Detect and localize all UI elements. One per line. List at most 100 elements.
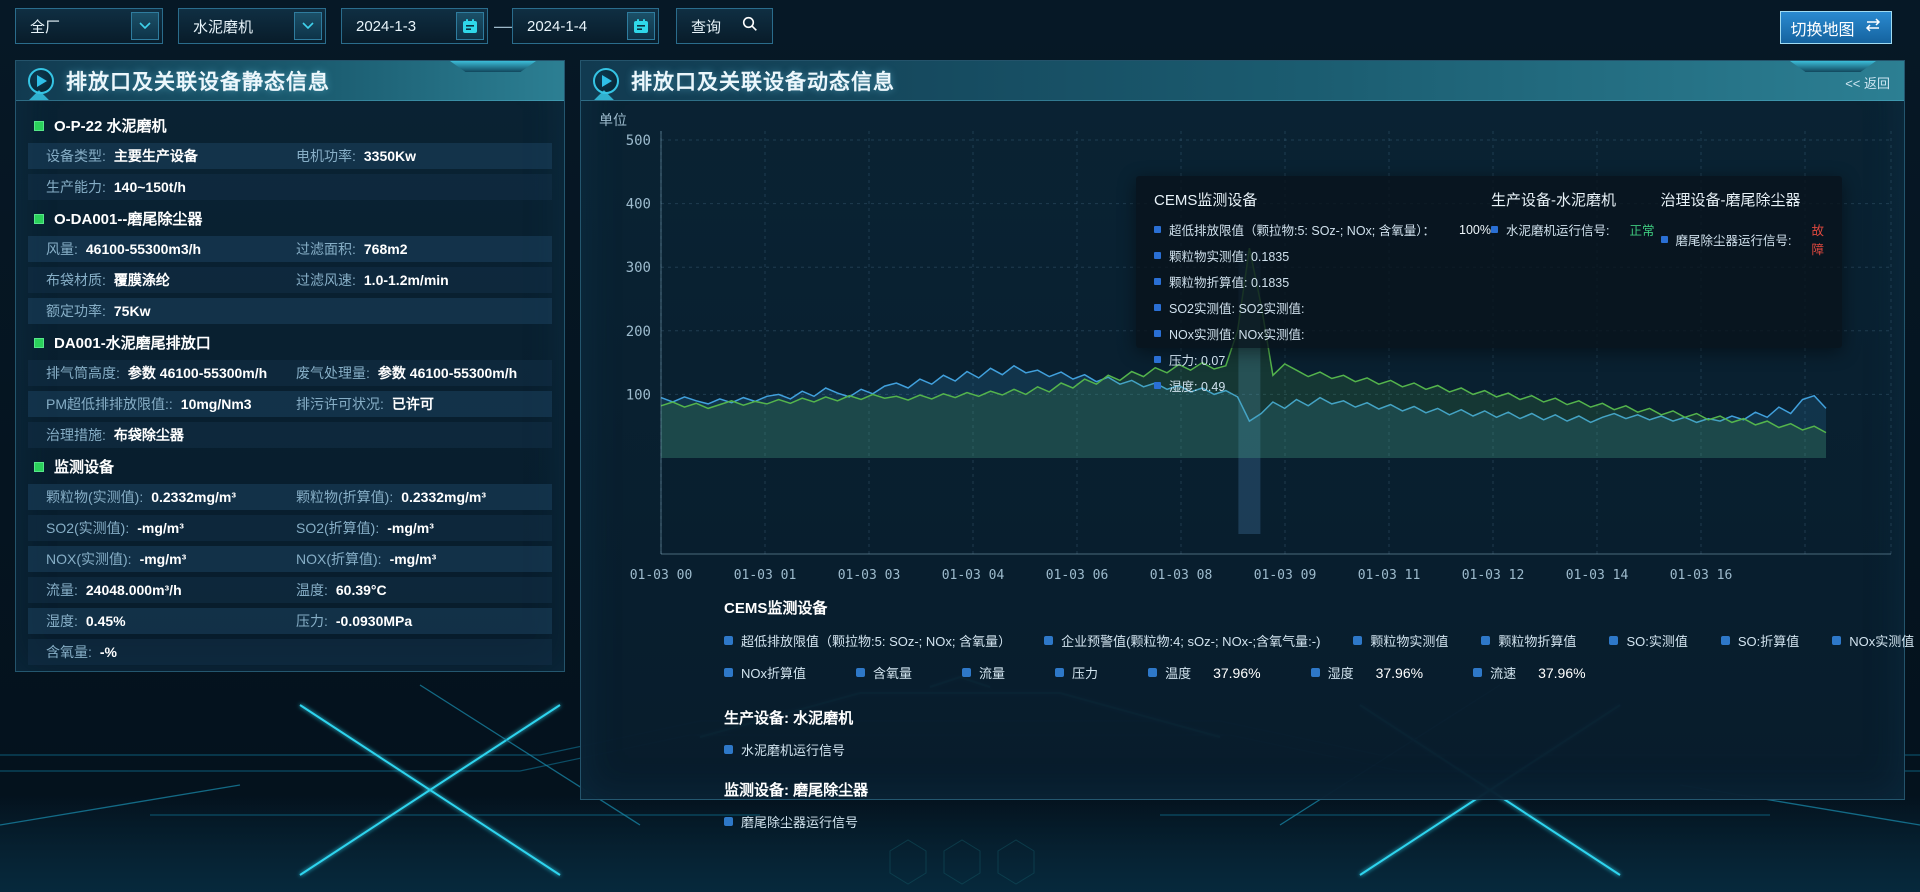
legend-item[interactable]: 流速37.96% xyxy=(1473,663,1586,682)
legend-item[interactable]: 超低排放限值（颗拉物:5: SOz-; NOx; 含氧量） xyxy=(724,631,1011,650)
info-cell: 颗粒物(实测值):0.2332mg/m³ xyxy=(46,487,296,507)
field-label: 压力: xyxy=(296,611,328,631)
legend-item[interactable]: 流量 xyxy=(962,663,1005,682)
device-select[interactable]: 水泥磨机 xyxy=(178,8,326,44)
date-start-input[interactable]: 2024-1-3 xyxy=(341,8,488,44)
legend-item[interactable]: 压力 xyxy=(1055,663,1098,682)
svg-text:01-03 00: 01-03 00 xyxy=(630,568,693,583)
section-title: O-P-22 水泥磨机 xyxy=(54,115,167,136)
legend-item-label: 流速 xyxy=(1490,663,1516,682)
legend-item[interactable]: 颗粒物折算值 xyxy=(1481,631,1576,650)
field-value: -mg/m³ xyxy=(140,551,187,567)
switch-map-button[interactable]: 切换地图 xyxy=(1780,11,1892,44)
field-label: 布袋材质: xyxy=(46,270,106,290)
field-label: 湿度: xyxy=(46,611,78,631)
legend-marker-icon xyxy=(1154,304,1161,311)
info-cell: 额定功率: 75Kw xyxy=(46,301,296,321)
info-cell: SO2(折算值):-mg/m³ xyxy=(296,518,434,538)
legend-item-label: 压力 xyxy=(1072,663,1098,682)
legend-item[interactable]: 湿度37.96% xyxy=(1311,663,1424,682)
header-notch-decoration xyxy=(1790,61,1876,72)
info-row: 生产能力:140~150t/h xyxy=(28,174,552,200)
info-row: NOX(实测值):-mg/m³NOX(折算值):-mg/m³ xyxy=(28,546,552,572)
chevron-down-icon[interactable] xyxy=(294,12,322,40)
tooltip-item: 颗粒物实测值: 0.1835 xyxy=(1154,246,1491,265)
tooltip-item-text: 颗粒物实测值: 0.1835 xyxy=(1169,246,1289,265)
svg-text:200: 200 xyxy=(626,324,651,340)
tooltip-item-text: 湿度: 0.49 xyxy=(1169,376,1225,395)
section-header: O-P-22 水泥磨机 xyxy=(28,112,552,139)
field-label: 治理措施: xyxy=(46,425,106,445)
blue-square-icon xyxy=(856,668,865,677)
field-label: 流量: xyxy=(46,580,78,600)
tooltip-cems-title: CEMS监测设备 xyxy=(1154,189,1491,210)
back-link[interactable]: << 返回 xyxy=(1845,73,1890,92)
legend-item[interactable]: SO:折算值 xyxy=(1721,631,1799,650)
legend-marker-icon xyxy=(1154,330,1161,337)
date-range-separator: — xyxy=(494,8,512,44)
field-value: 24048.000m³/h xyxy=(86,582,182,598)
legend-item-value: 37.96% xyxy=(1376,665,1423,681)
svg-text:01-03 03: 01-03 03 xyxy=(838,568,901,583)
info-cell: 废气处理量:参数 46100-55300m/h xyxy=(296,363,517,383)
legend-item-label: 温度 xyxy=(1165,663,1191,682)
legend-item[interactable]: 磨尾除尘器运行信号 xyxy=(724,812,858,831)
field-label: 设备类型: xyxy=(46,146,106,166)
device-select-value: 水泥磨机 xyxy=(193,16,253,37)
green-square-icon xyxy=(34,338,44,348)
info-cell: 过滤面积:768m2 xyxy=(296,239,407,259)
calendar-icon[interactable] xyxy=(456,12,484,40)
legend-item[interactable]: SO:实测值 xyxy=(1609,631,1687,650)
play-icon xyxy=(28,68,54,94)
tooltip-item-text: SO2实测值: SO2实测值: xyxy=(1169,298,1304,317)
tooltip-item: 磨尾除尘器运行信号: 故障 xyxy=(1661,220,1825,258)
green-square-icon xyxy=(34,121,44,131)
tooltip-signal-label: 水泥磨机运行信号: xyxy=(1506,220,1609,239)
svg-text:01-03 08: 01-03 08 xyxy=(1150,568,1213,583)
swap-arrows-icon xyxy=(1864,18,1882,37)
emissions-line-chart[interactable]: 单位10020030040050001-03 0001-03 0101-03 0… xyxy=(581,101,1906,641)
info-cell: PM超低排排放限值::10mg/Nm3 xyxy=(46,394,296,414)
legend-item[interactable]: NOx实测值 xyxy=(1832,631,1914,650)
info-cell: 电机功率:3350Kw xyxy=(296,146,416,166)
calendar-icon[interactable] xyxy=(627,12,655,40)
legend-item[interactable]: 含氧量 xyxy=(856,663,912,682)
field-value: 主要生产设备 xyxy=(114,146,198,166)
info-row: 风量:46100-55300m3/h过滤面积:768m2 xyxy=(28,236,552,262)
tooltip-item: 超低排放限值（颗拉物:5: SOz-; NOx; 含氧量）：100% xyxy=(1154,220,1491,239)
info-cell: 颗粒物(折算值):0.2332mg/m³ xyxy=(296,487,486,507)
field-label: 颗粒物(实测值): xyxy=(46,487,143,507)
field-value: 75Kw xyxy=(114,303,151,319)
info-cell: 含氧量:-% xyxy=(46,642,296,662)
static-panel-title: 排放口及关联设备静态信息 xyxy=(66,66,330,96)
svg-text:01-03 04: 01-03 04 xyxy=(942,568,1005,583)
legend-row-1: 超低排放限值（颗拉物:5: SOz-; NOx; 含氧量） 企业预警值(颗粒物:4… xyxy=(724,631,1894,650)
date-end-input[interactable]: 2024-1-4 xyxy=(512,8,659,44)
field-label: 电机功率: xyxy=(296,146,356,166)
legend-item[interactable]: NOx折算值 xyxy=(724,663,806,682)
legend-item[interactable]: 温度37.96% xyxy=(1148,663,1261,682)
legend-item[interactable]: 颗粒物实测值 xyxy=(1353,631,1448,650)
header-notch-decoration xyxy=(450,61,536,72)
query-button[interactable]: 查询 xyxy=(676,8,773,44)
search-icon xyxy=(742,16,758,36)
chevron-down-icon[interactable] xyxy=(131,12,159,40)
svg-text:01-03 11: 01-03 11 xyxy=(1358,568,1421,583)
section-title: DA001-水泥磨尾排放口 xyxy=(54,332,211,353)
svg-text:01-03 16: 01-03 16 xyxy=(1670,568,1733,583)
tooltip-item: 水泥磨机运行信号: 正常 xyxy=(1491,220,1661,239)
svg-text:01-03 01: 01-03 01 xyxy=(734,568,797,583)
legend-item[interactable]: 企业预警值(颗粒物:4; sOz-; NOx-;含氧气量:-) xyxy=(1044,631,1320,650)
tooltip-treatment-title: 治理设备-磨尾除尘器 xyxy=(1661,189,1825,210)
legend-marker-icon xyxy=(1154,278,1161,285)
field-value: 参数 46100-55300m/h xyxy=(378,363,517,383)
legend-item-label: NOx折算值 xyxy=(741,663,806,682)
tooltip-item-text: 颗粒物折算值: 0.1835 xyxy=(1169,272,1289,291)
tooltip-item-text: 压力: 0.07 xyxy=(1169,350,1225,369)
static-panel-header: 排放口及关联设备静态信息 xyxy=(16,61,564,101)
field-label: 额定功率: xyxy=(46,301,106,321)
legend-item[interactable]: 水泥磨机运行信号 xyxy=(724,740,845,759)
plant-select[interactable]: 全厂 xyxy=(15,8,163,44)
plant-select-value: 全厂 xyxy=(30,16,60,37)
info-row: 治理措施:布袋除尘器 xyxy=(28,422,552,448)
